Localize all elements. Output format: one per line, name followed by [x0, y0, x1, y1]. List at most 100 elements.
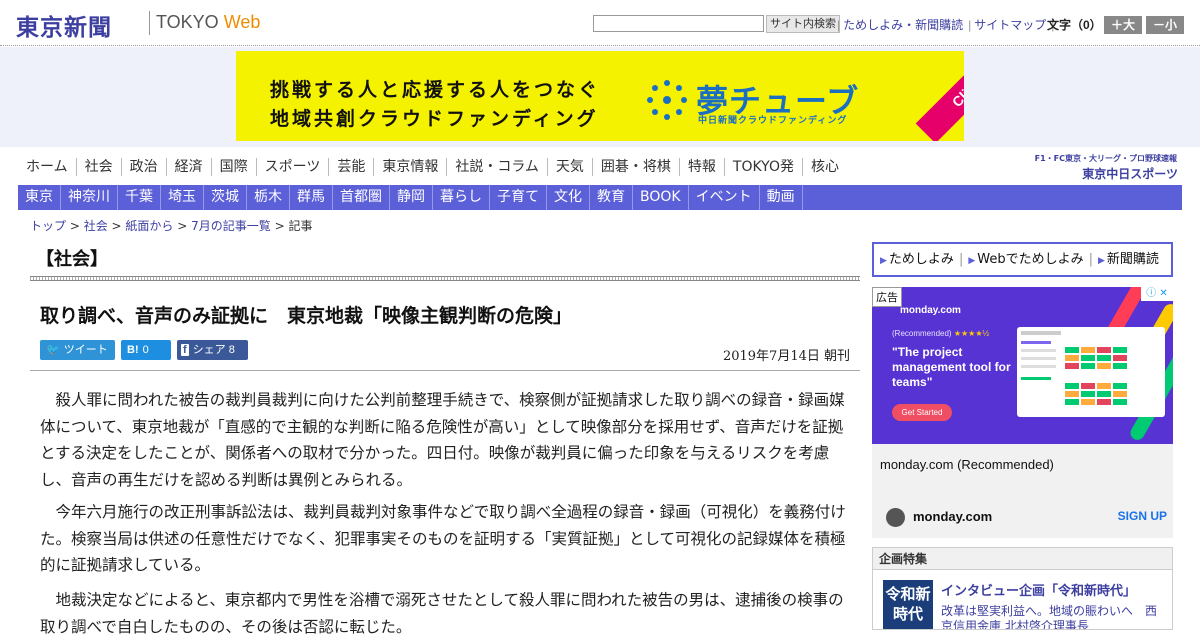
breadcrumb: トップ > 社会 > 紙面から > 7月の記事一覧 > 記事 [30, 219, 313, 233]
regional-nav-item[interactable]: 神奈川 [61, 185, 118, 210]
ad-board-graphic [1021, 331, 1127, 405]
ad-recommended: (Recommended) ★★★★½ [892, 329, 989, 338]
ad-screenshot-panel [1017, 327, 1165, 417]
regional-nav-item[interactable]: BOOK [633, 185, 689, 210]
hatena-bookmark-button[interactable]: B! 0 [121, 340, 171, 360]
banner-line2: 地域共創クラウドファンディング [270, 108, 599, 130]
main-nav: ホーム 社会 政治 経済 国際 スポーツ 芸能 東京情報 社説・コラム 天気 囲碁・将棋 特報 TOKY… [18, 158, 847, 182]
feature-description[interactable]: 改革は堅実利益へ。地域の賑わいへ 西京信用金庫 北村啓介理事長 [941, 604, 1166, 629]
regional-nav-item[interactable]: 子育て [490, 185, 547, 210]
ad-caption[interactable]: monday.com (Recommended) [880, 457, 1054, 472]
feature-thumbnail[interactable]: 令和新時代 [883, 580, 933, 629]
facebook-count: 8 [228, 344, 235, 356]
nav-item[interactable]: ホーム [18, 158, 77, 176]
twitter-icon: 🐦 [46, 344, 60, 356]
banner-click-ribbon[interactable]: Click! [915, 51, 964, 141]
logo-en-suffix: Web [223, 12, 261, 32]
crowdfunding-banner[interactable]: 挑戦する人と応援する人をつなぐ 地域共創クラウドファンディング 夢チューブ 中日… [236, 51, 964, 141]
regional-nav-item[interactable]: 暮らし [433, 185, 490, 210]
nav-item[interactable]: 芸能 [329, 158, 375, 176]
regional-nav-item[interactable]: イベント [689, 185, 760, 210]
ad-brand-small: monday.com [900, 305, 961, 316]
logo-divider [149, 11, 150, 35]
section-divider [30, 276, 860, 281]
breadcrumb-link[interactable]: トップ [30, 219, 66, 233]
nav-item[interactable]: 政治 [122, 158, 167, 176]
regional-nav-item[interactable]: 首都圏 [333, 185, 390, 210]
article-paragraph: 今年六月施行の改正刑事訴訟法は、裁判員裁判対象事件などで取り調べ全過程の録音・録… [40, 503, 846, 574]
ad-recommended-text: (Recommended) [892, 329, 952, 338]
sidebar-ad[interactable]: 広告 ⓘ ✕ monday.com (Recommended) ★★★★½ "T… [872, 287, 1173, 538]
site-logo-en[interactable]: TOKYO Web [156, 12, 260, 33]
search-input[interactable] [593, 15, 764, 32]
regional-nav-item[interactable]: 文化 [547, 185, 590, 210]
search-button[interactable]: サイト内検索 [766, 15, 840, 33]
chunichi-sports-tagline[interactable]: F1・FC東京・大リーグ・プロ野球速報 [1027, 153, 1177, 164]
site-header: 東京新聞 TOKYO Web サイト内検索 | ためしよみ・新聞購読 | サイトマップ… [0, 0, 1200, 46]
nav-item[interactable]: 社説・コラム [447, 158, 548, 176]
section-title: 【社会】 [36, 249, 108, 270]
regional-nav-item[interactable]: 栃木 [247, 185, 290, 210]
nav-item[interactable]: スポーツ [257, 158, 330, 176]
font-larger-button[interactable]: ＋大 [1104, 16, 1142, 34]
breadcrumb-current: 記事 [288, 219, 313, 233]
hatena-icon: B! [127, 344, 139, 356]
chunichi-sports-logo[interactable]: 東京中日スポーツ [1050, 165, 1178, 182]
facebook-label: シェア [192, 344, 226, 356]
facebook-icon: f [181, 344, 189, 356]
nav-item[interactable]: 囲碁・将棋 [593, 158, 680, 176]
regional-nav-item[interactable]: 群馬 [290, 185, 333, 210]
nav-item[interactable]: 核心 [803, 158, 847, 176]
regional-nav-item[interactable]: 東京 [18, 185, 61, 210]
triangle-right-icon: ▶ [968, 256, 976, 266]
feature-heading: 企画特集 [873, 548, 1172, 570]
article-date: 2019年7月14日 朝刊 [722, 349, 850, 364]
link-divider: | [837, 18, 841, 32]
nav-item[interactable]: 経済 [167, 158, 212, 176]
breadcrumb-link[interactable]: 社会 [84, 219, 108, 233]
nav-item[interactable]: 天気 [548, 158, 593, 176]
tweet-button[interactable]: 🐦 ツイート [40, 340, 115, 360]
regional-nav-item[interactable]: 茨城 [204, 185, 247, 210]
regional-nav: 東京 神奈川 千葉 埼玉 茨城 栃木 群馬 首都圏 静岡 暮らし 子育て 文化 教育 BOOK イベント 動画 [18, 185, 1182, 210]
ad-image[interactable]: 広告 ⓘ ✕ monday.com (Recommended) ★★★★½ "T… [872, 287, 1173, 444]
facebook-share-button[interactable]: f シェア 8 [177, 340, 248, 360]
ad-domain[interactable]: monday.com [913, 509, 992, 524]
feature-title[interactable]: インタビュー企画「令和新時代」 [941, 580, 1136, 599]
nav-item[interactable]: 国際 [212, 158, 257, 176]
header-link-subscribe[interactable]: ためしよみ・新聞購読 [843, 18, 963, 32]
ad-signup-button[interactable]: SIGN UP [1102, 509, 1167, 523]
regional-nav-item[interactable]: 埼玉 [161, 185, 204, 210]
subscribe-link-subscribe[interactable]: 新聞購読 [1107, 244, 1159, 275]
banner-line1: 挑戦する人と応援する人をつなぐ [270, 79, 601, 101]
font-size-label: 文字（0） [1047, 18, 1102, 32]
nav-item[interactable]: 特報 [680, 158, 725, 176]
triangle-right-icon: ▶ [1097, 256, 1105, 266]
article-headline: 取り調べ、音声のみ証拠に 東京地裁「映像主観判断の危険」 [40, 305, 573, 327]
ad-close-icon[interactable]: ⓘ ✕ [1141, 287, 1173, 301]
nav-item[interactable]: TOKYO発 [725, 158, 803, 176]
regional-nav-item[interactable]: 静岡 [390, 185, 433, 210]
regional-nav-item[interactable]: 教育 [590, 185, 633, 210]
header-link-sitemap[interactable]: サイトマップ [974, 18, 1046, 32]
font-smaller-button[interactable]: －小 [1146, 16, 1184, 34]
nav-item[interactable]: 社会 [77, 158, 122, 176]
nav-item[interactable]: 東京情報 [374, 158, 448, 176]
ad-quote: "The project management tool for teams" [892, 345, 1011, 389]
regional-nav-item[interactable]: 動画 [760, 185, 803, 210]
subscribe-link-trial[interactable]: ためしよみ [889, 244, 954, 275]
ad-label: 広告 [872, 287, 902, 307]
regional-nav-item[interactable]: 千葉 [118, 185, 161, 210]
tweet-label: ツイート [63, 344, 108, 356]
article-divider [30, 370, 860, 371]
subscribe-link-web-trial[interactable]: Webでためしよみ [977, 244, 1083, 275]
link-divider: | [1088, 252, 1093, 267]
ad-get-started-button[interactable]: Get Started [892, 404, 952, 421]
ad-rating-stars: ★★★★½ [953, 329, 990, 338]
link-divider: | [958, 252, 964, 267]
triangle-right-icon: ▶ [880, 256, 887, 266]
breadcrumb-link[interactable]: 7月の記事一覧 [191, 219, 271, 233]
breadcrumb-link[interactable]: 紙面から [125, 219, 173, 233]
site-logo-ja[interactable]: 東京新聞 [16, 8, 112, 42]
article-paragraph: 殺人罪に問われた被告の裁判員裁判に向けた公判前整理手続きで、検察側が証拠請求した… [40, 391, 845, 489]
